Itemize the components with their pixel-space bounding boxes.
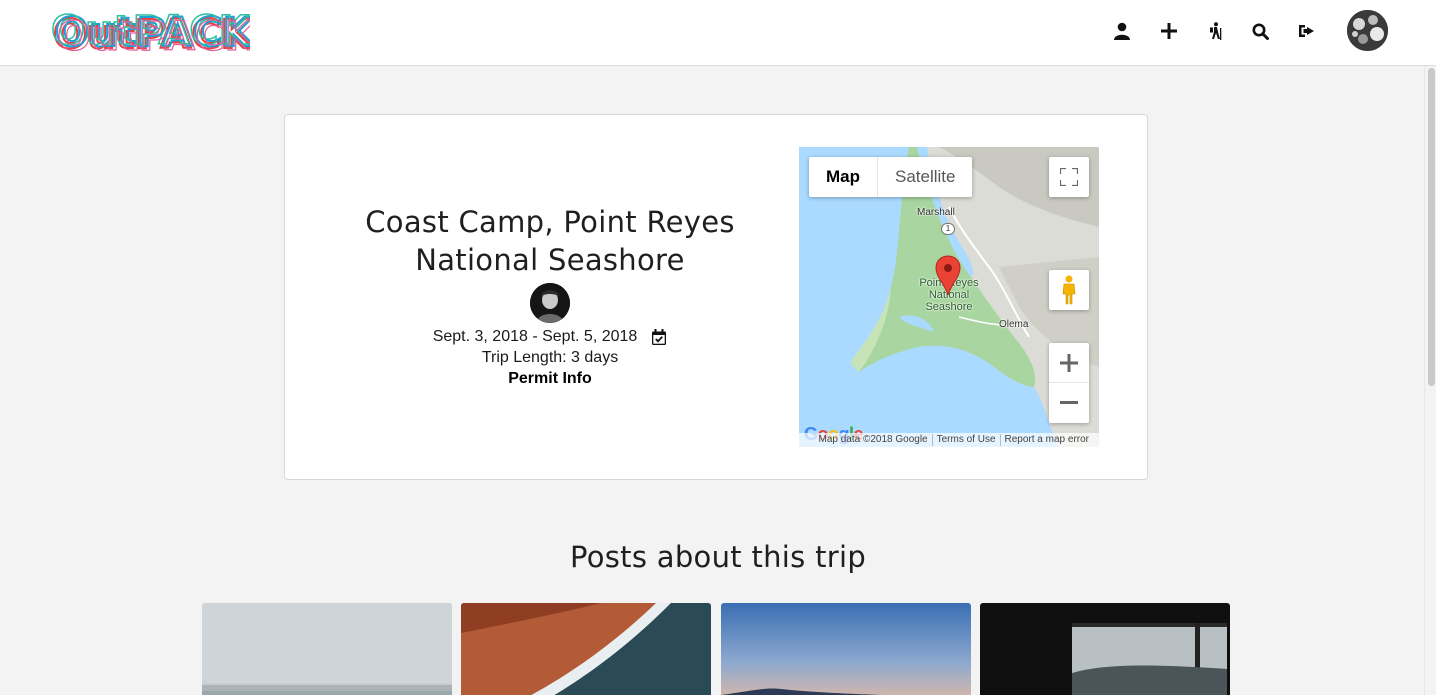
aerial-red-shore-photo xyxy=(461,603,711,695)
post-card-4[interactable] xyxy=(980,603,1230,695)
map-type-map-button[interactable]: Map xyxy=(809,157,877,197)
trip-map[interactable]: Marshall 1 Point Reyes National Seashore… xyxy=(799,147,1099,447)
post-card-3[interactable] xyxy=(721,603,971,695)
page-scrollbar[interactable] xyxy=(1424,66,1436,695)
map-label-place-line3: Seashore xyxy=(925,301,973,313)
permit-info-link[interactable]: Permit Info xyxy=(285,370,815,388)
sign-out-icon[interactable] xyxy=(1295,19,1319,43)
trip-info: Coast Camp, Point Reyes National Seashor… xyxy=(285,115,815,481)
map-route-shield: 1 xyxy=(941,223,955,235)
trip-title-line1: Coast Camp, Point Reyes xyxy=(365,205,735,239)
coastal-dusk-photo xyxy=(721,603,971,695)
fullscreen-icon[interactable] xyxy=(1049,157,1089,197)
top-navbar: OutPACK OutPACK OutPACK OutPACK xyxy=(0,0,1436,66)
trip-length: Trip Length: 3 days xyxy=(481,349,619,366)
zoom-out-icon[interactable] xyxy=(1049,383,1089,423)
map-report-error-link[interactable]: Report a map error xyxy=(999,434,1093,446)
calendar-check-icon[interactable] xyxy=(651,328,667,346)
trip-card: Coast Camp, Point Reyes National Seashor… xyxy=(284,114,1148,480)
user-icon[interactable] xyxy=(1110,19,1134,43)
logo-wordmark: OutPACK OutPACK OutPACK OutPACK xyxy=(50,7,250,56)
window-view-photo xyxy=(980,603,1230,695)
map-footer: Map data ©2018 Google Terms of Use Repor… xyxy=(799,433,1099,447)
zoom-in-icon[interactable] xyxy=(1049,343,1089,383)
svg-text:OutPACK: OutPACK xyxy=(57,14,250,56)
map-type-control: Map Satellite xyxy=(809,157,973,197)
user-avatar[interactable] xyxy=(1347,10,1388,51)
scrollbar-thumb[interactable] xyxy=(1428,68,1435,386)
map-data-attribution: Map data ©2018 Google xyxy=(818,434,928,445)
post-card-2[interactable] xyxy=(461,603,711,695)
trip-title: Coast Camp, Point Reyes National Seashor… xyxy=(325,203,775,279)
post-card-1[interactable] xyxy=(202,603,452,695)
map-label-marshall: Marshall xyxy=(917,207,955,218)
map-label-olema: Olema xyxy=(999,319,1029,330)
map-marker-icon[interactable] xyxy=(935,255,961,299)
trip-dates: Sept. 3, 2018 - Sept. 5, 2018 xyxy=(432,328,638,345)
posts-heading: Posts about this trip xyxy=(569,540,867,574)
trip-dates-row: Sept. 3, 2018 - Sept. 5, 2018 xyxy=(285,328,815,346)
plus-icon[interactable] xyxy=(1157,19,1181,43)
street-view-pegman-icon[interactable] xyxy=(1049,270,1089,310)
map-terms-link[interactable]: Terms of Use xyxy=(931,434,1000,446)
trip-title-line2: National Seashore xyxy=(415,243,685,277)
hiker-icon[interactable] xyxy=(1203,19,1227,43)
foggy-beach-photo xyxy=(202,603,452,695)
map-type-satellite-button[interactable]: Satellite xyxy=(877,157,972,197)
outpack-logo[interactable]: OutPACK OutPACK OutPACK OutPACK xyxy=(50,6,250,56)
search-icon[interactable] xyxy=(1248,19,1272,43)
trip-owner-avatar[interactable] xyxy=(530,283,570,323)
zoom-control xyxy=(1049,343,1089,423)
